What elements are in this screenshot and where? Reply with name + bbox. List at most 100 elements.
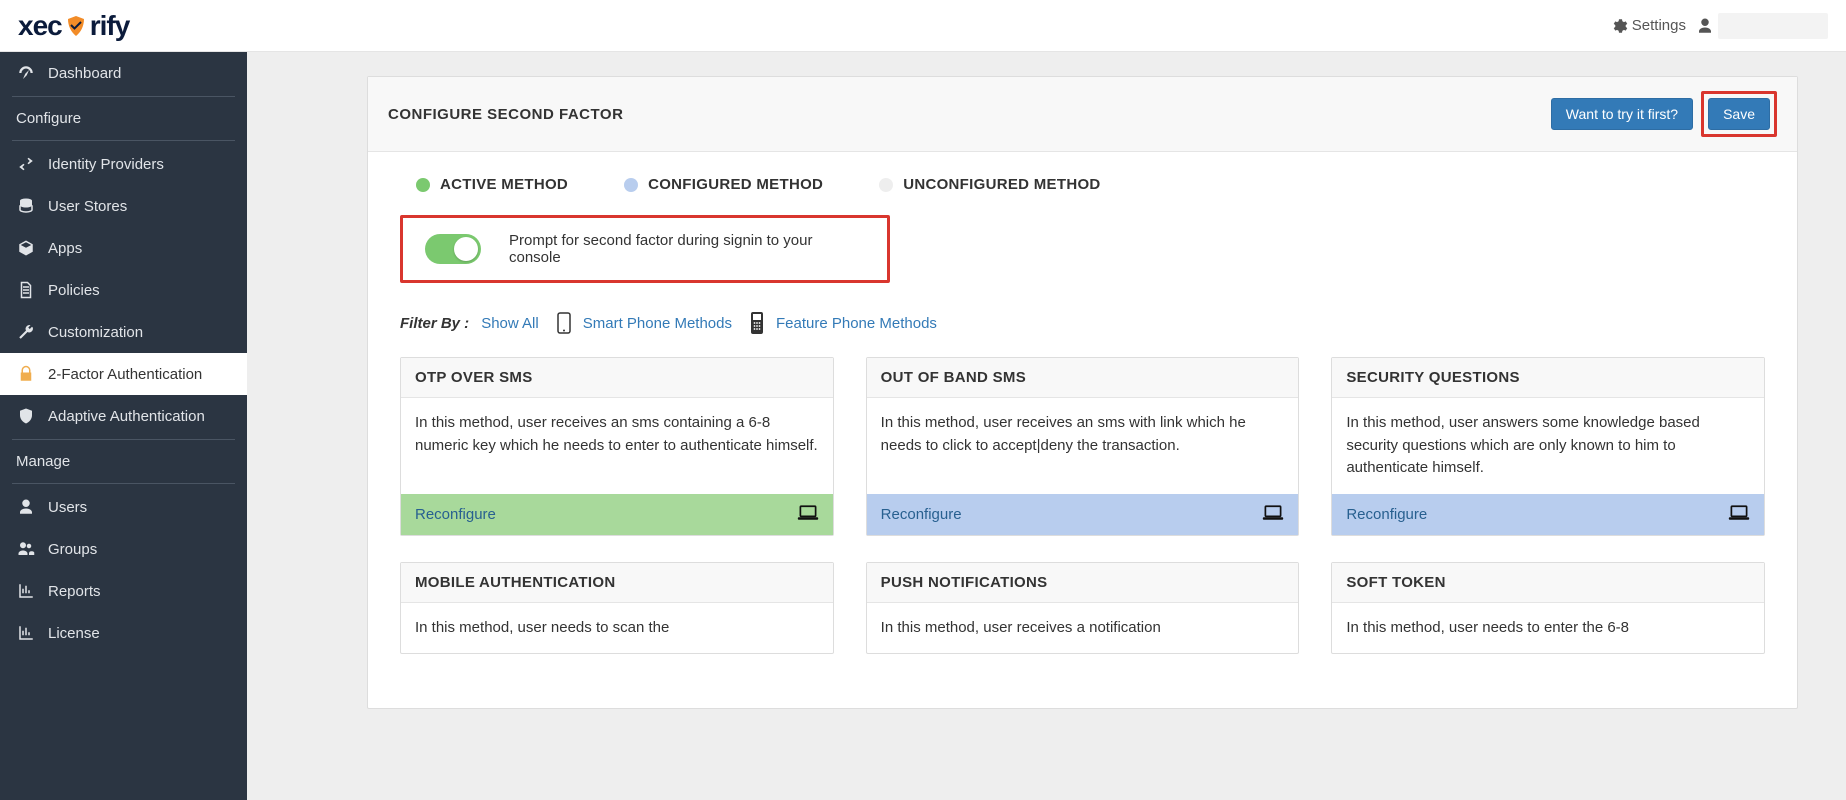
- method-card: OUT OF BAND SMSIn this method, user rece…: [866, 357, 1300, 536]
- configure-panel: CONFIGURE SECOND FACTOR Want to try it f…: [367, 76, 1798, 709]
- dashboard-icon: [16, 63, 36, 83]
- sidebar-item-2-factor-authentication[interactable]: 2-Factor Authentication: [0, 353, 247, 395]
- dot-configured-icon: [624, 178, 638, 192]
- try-it-button[interactable]: Want to try it first?: [1551, 98, 1693, 130]
- user-name-placeholder: [1718, 13, 1828, 39]
- laptop-icon: [797, 504, 819, 525]
- legend-unconfigured: UNCONFIGURED METHOD: [879, 176, 1100, 193]
- toggle-knob: [454, 237, 478, 261]
- card-body: In this method, user receives a notifica…: [867, 603, 1299, 654]
- reconfigure-link[interactable]: Reconfigure: [1346, 506, 1427, 523]
- topbar: xec rify Settings: [0, 0, 1846, 52]
- laptop-icon: [1728, 504, 1750, 525]
- gear-icon: [1610, 17, 1628, 35]
- dot-unconfigured-icon: [879, 178, 893, 192]
- legend-unconfigured-label: UNCONFIGURED METHOD: [903, 176, 1100, 193]
- filter-feature-phone[interactable]: Feature Phone Methods: [776, 315, 937, 332]
- card-header: OUT OF BAND SMS: [867, 358, 1299, 398]
- legend-configured-label: CONFIGURED METHOD: [648, 176, 823, 193]
- settings-label: Settings: [1632, 17, 1686, 34]
- sidebar-item-label: 2-Factor Authentication: [48, 366, 202, 383]
- user-icon: [16, 497, 36, 517]
- sidebar-item-label: Customization: [48, 324, 143, 341]
- sidebar-divider: [12, 439, 235, 440]
- filter-label: Filter By :: [400, 315, 469, 332]
- sidebar-item-groups[interactable]: Groups: [0, 528, 247, 570]
- method-card: OTP OVER SMSIn this method, user receive…: [400, 357, 834, 536]
- card-header: SOFT TOKEN: [1332, 563, 1764, 603]
- user-icon: [1696, 17, 1714, 35]
- exchange-icon: [16, 154, 36, 174]
- sidebar-item-policies[interactable]: Policies: [0, 269, 247, 311]
- sidebar-item-label: Users: [48, 499, 87, 516]
- filter-smart-phone[interactable]: Smart Phone Methods: [583, 315, 732, 332]
- sidebar-divider: [12, 96, 235, 97]
- reconfigure-link[interactable]: Reconfigure: [881, 506, 962, 523]
- card-footer: Reconfigure: [867, 494, 1299, 535]
- feature-phone-icon: [748, 311, 766, 335]
- file-icon: [16, 280, 36, 300]
- user-menu[interactable]: [1696, 13, 1828, 39]
- card-header: SECURITY QUESTIONS: [1332, 358, 1764, 398]
- method-legend: ACTIVE METHOD CONFIGURED METHOD UNCONFIG…: [416, 176, 1765, 193]
- card-body: In this method, user receives an sms con…: [401, 398, 833, 494]
- sidebar-item-label: Apps: [48, 240, 82, 257]
- legend-configured: CONFIGURED METHOD: [624, 176, 823, 193]
- card-footer: Reconfigure: [1332, 494, 1764, 535]
- users-icon: [16, 539, 36, 559]
- shield-icon: [16, 406, 36, 426]
- sidebar-divider: [12, 140, 235, 141]
- prompt-toggle[interactable]: [425, 234, 481, 264]
- database-icon: [16, 196, 36, 216]
- cube-icon: [16, 238, 36, 258]
- filter-show-all[interactable]: Show All: [481, 315, 539, 332]
- sidebar-section: Manage: [0, 442, 247, 481]
- card-header: PUSH NOTIFICATIONS: [867, 563, 1299, 603]
- panel-body: ACTIVE METHOD CONFIGURED METHOD UNCONFIG…: [368, 152, 1797, 708]
- lock-icon: [16, 364, 36, 384]
- method-card: SOFT TOKENIn this method, user needs to …: [1331, 562, 1765, 655]
- logo-text-prefix: xec: [18, 10, 62, 42]
- settings-link[interactable]: Settings: [1610, 17, 1686, 35]
- sidebar-item-label: Policies: [48, 282, 100, 299]
- method-card: MOBILE AUTHENTICATIONIn this method, use…: [400, 562, 834, 655]
- sidebar-item-dashboard[interactable]: Dashboard: [0, 52, 247, 94]
- sidebar-item-users[interactable]: Users: [0, 486, 247, 528]
- sidebar-item-user-stores[interactable]: User Stores: [0, 185, 247, 227]
- sidebar-divider: [12, 483, 235, 484]
- sidebar-item-label: Identity Providers: [48, 156, 164, 173]
- chart-icon: [16, 623, 36, 643]
- sidebar-item-label: License: [48, 625, 100, 642]
- sidebar-item-label: Groups: [48, 541, 97, 558]
- sidebar-item-reports[interactable]: Reports: [0, 570, 247, 612]
- chart-icon: [16, 581, 36, 601]
- legend-active: ACTIVE METHOD: [416, 176, 568, 193]
- sidebar-item-label: Dashboard: [48, 65, 121, 82]
- sidebar-item-apps[interactable]: Apps: [0, 227, 247, 269]
- reconfigure-link[interactable]: Reconfigure: [415, 506, 496, 523]
- card-body: In this method, user receives an sms wit…: [867, 398, 1299, 494]
- card-body: In this method, user answers some knowle…: [1332, 398, 1764, 494]
- card-body: In this method, user needs to enter the …: [1332, 603, 1764, 654]
- smartphone-icon: [555, 311, 573, 335]
- laptop-icon: [1262, 504, 1284, 525]
- panel-title: CONFIGURE SECOND FACTOR: [388, 106, 623, 123]
- panel-header: CONFIGURE SECOND FACTOR Want to try it f…: [368, 77, 1797, 152]
- sidebar-item-adaptive-authentication[interactable]: Adaptive Authentication: [0, 395, 247, 437]
- shield-icon: [64, 14, 88, 38]
- dot-active-icon: [416, 178, 430, 192]
- save-button[interactable]: Save: [1708, 98, 1770, 130]
- legend-active-label: ACTIVE METHOD: [440, 176, 568, 193]
- method-card: SECURITY QUESTIONSIn this method, user a…: [1331, 357, 1765, 536]
- wrench-icon: [16, 322, 36, 342]
- filter-row: Filter By : Show All Smart Phone Methods…: [400, 311, 1765, 335]
- prompt-text: Prompt for second factor during signin t…: [509, 232, 865, 266]
- sidebar-item-customization[interactable]: Customization: [0, 311, 247, 353]
- card-header: MOBILE AUTHENTICATION: [401, 563, 833, 603]
- prompt-highlight-box: Prompt for second factor during signin t…: [400, 215, 890, 283]
- logo-text-suffix: rify: [90, 10, 130, 42]
- method-card: PUSH NOTIFICATIONSIn this method, user r…: [866, 562, 1300, 655]
- sidebar-item-license[interactable]: License: [0, 612, 247, 654]
- sidebar-item-label: User Stores: [48, 198, 127, 215]
- sidebar-item-identity-providers[interactable]: Identity Providers: [0, 143, 247, 185]
